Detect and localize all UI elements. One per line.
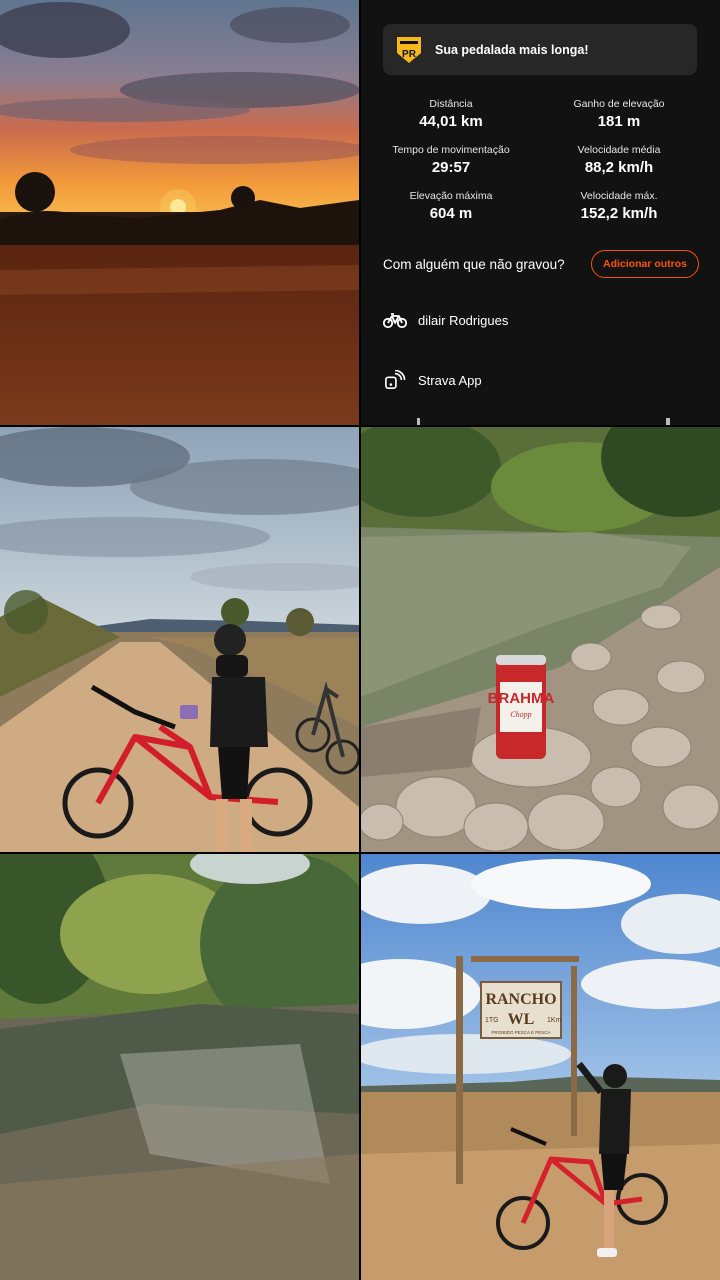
stat-elevation-gain: Ganho de elevação 181 m (534, 98, 704, 130)
sign-line2: WL (508, 1011, 535, 1028)
stat-value: 604 m (429, 205, 473, 222)
river-image (0, 854, 359, 1280)
stat-value: 88,2 km/h (584, 159, 654, 176)
photo-cyclist-road[interactable] (0, 427, 359, 852)
device-row-app[interactable]: Strava App (383, 370, 482, 390)
stat-label: Velocidade média (577, 144, 661, 156)
photo-grid: PR Sua pedalada mais longa! Distância 44… (0, 0, 720, 1280)
device-label: dilair Rodrigues (418, 312, 509, 328)
stat-value: 181 m (597, 113, 641, 130)
bike-icon (383, 313, 407, 329)
sign-right: 1Km (547, 1017, 562, 1024)
stat-value: 29:57 (431, 159, 471, 176)
personal-record-badge-icon: PR (397, 36, 421, 63)
stat-moving-time: Tempo de movimentação 29:57 (366, 144, 536, 176)
stat-label: Distância (429, 98, 473, 110)
strava-app-icon (385, 370, 406, 389)
photo-sunset[interactable] (0, 0, 359, 425)
cyclist-road-image (0, 427, 359, 852)
stat-distance: Distância 44,01 km (366, 98, 536, 130)
add-others-prompt: Com alguém que não gravou? (383, 256, 565, 272)
sunset-image (0, 0, 359, 425)
photo-rancho-sign[interactable]: RANCHO WL 1TG 1Km PROIBIDO PESCA E PESCA (361, 854, 720, 1280)
cut-off-row-edge (417, 418, 670, 425)
banner-text: Sua pedalada mais longa! (435, 42, 589, 57)
stat-value: 44,01 km (419, 113, 483, 130)
device-row-bike[interactable]: dilair Rodrigues (383, 310, 508, 330)
stat-value: 152,2 km/h (580, 205, 658, 222)
stat-label: Ganho de elevação (573, 98, 665, 110)
can-brand-text: BRAHMA (488, 690, 555, 707)
stat-average-speed: Velocidade média 88,2 km/h (534, 144, 704, 176)
photo-river-can[interactable]: BRAHMA Chopp (361, 427, 720, 852)
add-others-button[interactable]: Adicionar outros (590, 250, 699, 278)
stat-label: Elevação máxima (409, 190, 493, 202)
activity-stats-panel: PR Sua pedalada mais longa! Distância 44… (361, 0, 720, 425)
stat-max-speed: Velocidade máx. 152,2 km/h (534, 190, 704, 222)
river-can-image: BRAHMA Chopp (361, 427, 720, 852)
can-sub-text: Chopp (510, 710, 531, 719)
sign-line1: RANCHO (485, 991, 556, 1008)
photo-river[interactable] (0, 854, 359, 1280)
device-label: Strava App (418, 372, 482, 388)
stat-max-elevation: Elevação máxima 604 m (366, 190, 536, 222)
stat-label: Velocidade máx. (580, 190, 658, 202)
sign-bottom: PROIBIDO PESCA E PESCA (491, 1030, 550, 1035)
sign-left: 1TG (485, 1017, 499, 1024)
add-others-row: Com alguém que não gravou? Adicionar out… (383, 248, 699, 280)
personal-record-banner[interactable]: PR Sua pedalada mais longa! (383, 24, 697, 75)
stat-label: Tempo de movimentação (392, 144, 510, 156)
rancho-sign-image: RANCHO WL 1TG 1Km PROIBIDO PESCA E PESCA (361, 854, 720, 1280)
badge-text: PR (402, 49, 417, 60)
